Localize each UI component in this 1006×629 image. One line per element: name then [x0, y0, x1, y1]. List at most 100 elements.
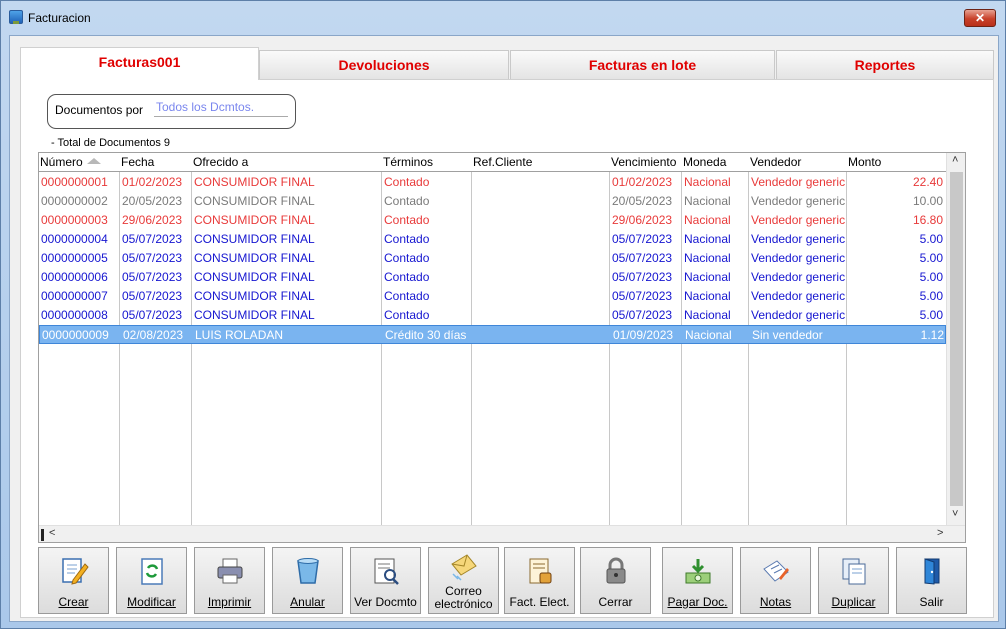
horizontal-scrollbar[interactable]: < > — [39, 525, 965, 542]
salir-button[interactable]: Salir — [896, 547, 967, 614]
cell-ofrecido: CONSUMIDOR FINAL — [194, 289, 315, 303]
cell-vencimiento: 05/07/2023 — [612, 251, 673, 265]
cell-ofrecido: CONSUMIDOR FINAL — [194, 213, 315, 227]
cell-vendedor: Vendedor generic — [751, 232, 845, 246]
table-row[interactable]: 0000000001 01/02/2023 CONSUMIDOR FINAL Cont… — [39, 173, 946, 192]
table-row[interactable]: 0000000008 05/07/2023 CONSUMIDOR FINAL Cont… — [39, 306, 946, 325]
scroll-up-icon[interactable]: ˄ — [952, 154, 958, 166]
vertical-scroll-thumb[interactable] — [950, 172, 963, 506]
fact-elect-button[interactable]: Fact. Elect. — [504, 547, 575, 614]
filter-select[interactable]: Todos los Dcmtos. — [154, 100, 288, 117]
table-row[interactable]: 0000000003 29/06/2023 CONSUMIDOR FINAL Cont… — [39, 211, 946, 230]
cell-vencimiento: 01/09/2023 — [613, 328, 674, 342]
table-row[interactable]: 0000000004 05/07/2023 CONSUMIDOR FINAL Cont… — [39, 230, 946, 249]
table-row-selected[interactable]: 0000000009 02/08/2023 LUIS ROLADAN Crédito … — [39, 325, 946, 344]
cerrar-label: Cerrar — [598, 595, 633, 609]
horizontal-scroll-thumb[interactable] — [41, 529, 44, 541]
cell-ofrecido: CONSUMIDOR FINAL — [194, 270, 315, 284]
table-row[interactable]: 0000000002 20/05/2023 CONSUMIDOR FINAL Cont… — [39, 192, 946, 211]
modificar-button[interactable]: Modificar — [116, 547, 187, 614]
correo-electronico-button[interactable]: Correo electrónico — [428, 547, 499, 614]
cell-fecha: 20/05/2023 — [122, 194, 183, 208]
documents-filter-group: Documentos por Todos los Dcmtos. — [47, 94, 296, 129]
tab-reportes[interactable]: Reportes — [776, 50, 994, 79]
cell-moneda: Nacional — [684, 213, 731, 227]
col-header-monto[interactable]: Monto — [848, 155, 881, 169]
cell-fecha: 05/07/2023 — [122, 232, 183, 246]
tab-devoluciones[interactable]: Devoluciones — [259, 50, 509, 79]
cell-vendedor: Vendedor generic — [751, 175, 845, 189]
view-document-icon — [374, 558, 399, 585]
cell-fecha: 02/08/2023 — [123, 328, 184, 342]
cell-terminos: Contado — [384, 270, 430, 284]
cell-monto: 5.00 — [919, 308, 943, 322]
cell-numero: 0000000002 — [41, 194, 108, 208]
cell-numero: 0000000004 — [41, 232, 108, 246]
cell-monto: 5.00 — [919, 251, 943, 265]
cell-moneda: Nacional — [684, 308, 731, 322]
cell-ofrecido: CONSUMIDOR FINAL — [194, 251, 315, 265]
close-button[interactable]: ✕ — [964, 9, 996, 27]
cell-monto: 5.00 — [919, 270, 943, 284]
documents-grid[interactable]: Número Fecha Ofrecido a Términos Ref.Cli… — [38, 152, 966, 543]
cell-monto: 10.00 — [912, 194, 943, 208]
app-icon — [9, 10, 23, 24]
crear-button[interactable]: Crear — [38, 547, 109, 614]
cell-fecha: 29/06/2023 — [122, 213, 183, 227]
vertical-scrollbar[interactable]: ˄ ˅ — [946, 153, 965, 525]
ver-docmto-label: Ver Docmto — [354, 595, 417, 609]
client-area: Facturas001 Devoluciones Facturas en lot… — [9, 35, 999, 622]
electronic-invoice-icon — [529, 558, 552, 584]
scroll-left-icon[interactable]: < — [49, 527, 55, 539]
cell-vencimiento: 01/02/2023 — [612, 175, 673, 189]
title-bar: Facturacion ✕ — [1, 1, 1005, 35]
cell-numero: 0000000008 — [41, 308, 108, 322]
col-header-vendedor[interactable]: Vendedor — [750, 155, 801, 169]
scroll-down-icon[interactable]: ˅ — [952, 508, 958, 520]
exit-door-icon — [924, 558, 940, 585]
col-header-numero[interactable]: Número — [40, 155, 101, 169]
salir-label: Salir — [919, 595, 944, 609]
anular-button[interactable]: Anular — [272, 547, 343, 614]
void-bin-icon — [297, 558, 319, 584]
create-icon — [62, 558, 89, 585]
cerrar-button[interactable]: Cerrar — [580, 547, 651, 614]
crear-label: Crear — [58, 595, 89, 609]
cell-vendedor: Vendedor generic — [751, 289, 845, 303]
tab-facturas001[interactable]: Facturas001 — [20, 47, 259, 80]
table-row[interactable]: 0000000005 05/07/2023 CONSUMIDOR FINAL Cont… — [39, 249, 946, 268]
printer-icon — [217, 558, 243, 584]
pagar-doc-button[interactable]: Pagar Doc. — [662, 547, 733, 614]
duplicar-button[interactable]: Duplicar — [818, 547, 889, 614]
notes-icon — [763, 560, 789, 582]
table-row[interactable]: 0000000006 05/07/2023 CONSUMIDOR FINAL Cont… — [39, 268, 946, 287]
cell-vendedor: Vendedor generic — [751, 270, 845, 284]
modificar-label: Modificar — [127, 595, 176, 609]
cell-terminos: Contado — [384, 308, 430, 322]
cell-ofrecido: CONSUMIDOR FINAL — [194, 232, 315, 246]
cell-numero: 0000000006 — [41, 270, 108, 284]
col-header-terminos[interactable]: Términos — [383, 155, 433, 169]
col-header-moneda[interactable]: Moneda — [683, 155, 726, 169]
cell-monto: 16.80 — [912, 213, 943, 227]
col-header-ofrecido[interactable]: Ofrecido a — [193, 155, 248, 169]
imprimir-button[interactable]: Imprimir — [194, 547, 265, 614]
notas-button[interactable]: Notas — [740, 547, 811, 614]
pagar-doc-label: Pagar Doc. — [667, 595, 728, 609]
ver-docmto-button[interactable]: Ver Docmto — [350, 547, 421, 614]
scroll-right-icon[interactable]: > — [937, 527, 943, 539]
email-icon — [451, 554, 477, 581]
table-row[interactable]: 0000000007 05/07/2023 CONSUMIDOR FINAL Cont… — [39, 287, 946, 306]
col-header-vencimiento[interactable]: Vencimiento — [611, 155, 676, 169]
cell-ofrecido: CONSUMIDOR FINAL — [194, 194, 315, 208]
cell-numero: 0000000007 — [41, 289, 108, 303]
cell-moneda: Nacional — [684, 251, 731, 265]
sort-ascending-icon — [86, 158, 101, 164]
cell-terminos: Contado — [384, 251, 430, 265]
col-header-fecha[interactable]: Fecha — [121, 155, 154, 169]
col-header-ref-cliente[interactable]: Ref.Cliente — [473, 155, 532, 169]
duplicate-icon — [842, 558, 866, 585]
pay-money-icon — [685, 559, 711, 584]
tab-facturas-en-lote[interactable]: Facturas en lote — [510, 50, 775, 79]
cell-monto: 1.12 — [920, 328, 944, 342]
